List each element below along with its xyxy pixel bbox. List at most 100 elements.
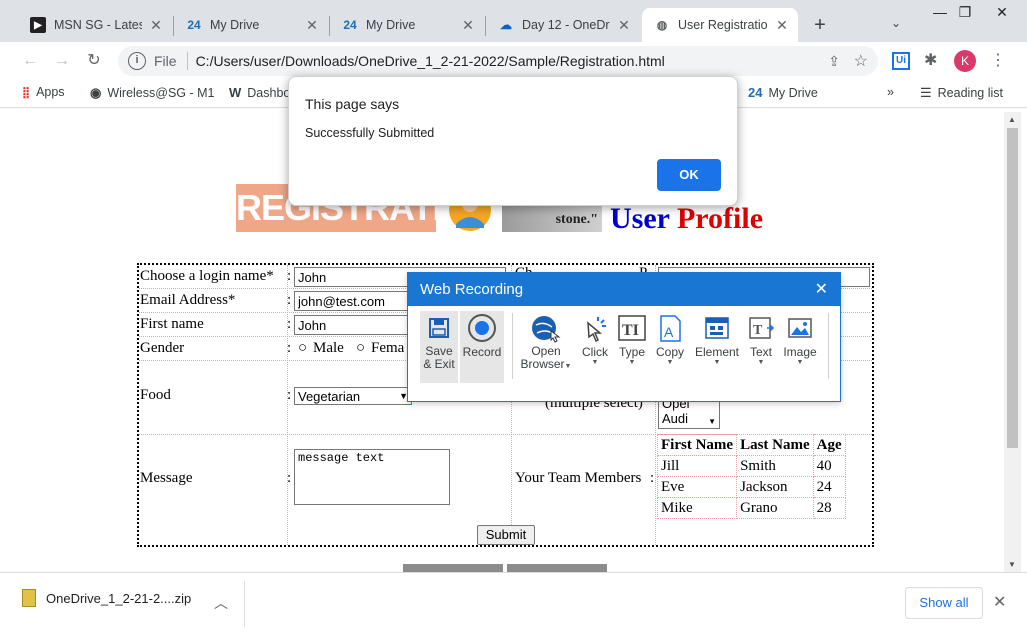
- food-selected-value: Vegetarian: [298, 388, 361, 404]
- url-text[interactable]: C:/Users/user/Downloads/OneDrive_1_2-21-…: [196, 53, 665, 69]
- share-icon[interactable]: ⇪: [828, 53, 840, 70]
- extensions-puzzle-icon[interactable]: ✱: [924, 50, 937, 70]
- address-bar[interactable]: i File C:/Users/user/Downloads/OneDrive_…: [118, 46, 878, 76]
- submit-button[interactable]: Submit: [477, 525, 535, 545]
- tab-strip: ▶ MSN SG - Latest ✕ 24 My Drive ✕ 24 My …: [0, 0, 1027, 42]
- caret-down-icon: ▼: [628, 359, 636, 366]
- scroll-down-arrow-icon[interactable]: ▼: [1008, 560, 1016, 569]
- click-button[interactable]: Click ▼: [576, 311, 614, 383]
- close-icon[interactable]: ✕: [815, 273, 828, 306]
- save-exit-button[interactable]: Save & Exit: [420, 311, 458, 383]
- gender-female-radio[interactable]: ○: [356, 340, 365, 357]
- open-browser-button[interactable]: Open Browser▼: [518, 311, 574, 383]
- bookmark-label: Dashbo: [247, 85, 291, 100]
- title-word-profile: Profile: [676, 202, 764, 235]
- caret-down-icon: ▼: [757, 359, 765, 366]
- element-button[interactable]: Element ▼: [692, 311, 742, 383]
- close-icon[interactable]: ✕: [774, 17, 790, 33]
- scroll-down-arrow-icon[interactable]: ▼: [708, 414, 716, 429]
- table-row: Jill Smith 40: [656, 455, 846, 477]
- bookmark-label: My Drive: [768, 85, 818, 100]
- close-icon[interactable]: ✕: [148, 17, 164, 33]
- bookmarks-overflow-icon[interactable]: »: [887, 85, 894, 99]
- close-icon[interactable]: ✕: [616, 17, 632, 33]
- bookmark-star-icon[interactable]: ☆: [854, 51, 868, 71]
- type-button[interactable]: TI Type ▼: [614, 311, 650, 383]
- table-cell: Smith: [736, 455, 814, 477]
- web-recording-header[interactable]: Web Recording ✕: [408, 273, 840, 306]
- download-item[interactable]: OneDrive_1_2-21-2....zip: [22, 589, 191, 607]
- drive-24-icon: 24: [748, 85, 763, 100]
- profile-avatar[interactable]: K: [954, 50, 976, 72]
- tab-user-registration[interactable]: ◍ User Registration ✕: [642, 8, 798, 42]
- thumbnail-image: [403, 564, 503, 572]
- table-cell: 24: [812, 476, 846, 498]
- globe-icon: ◉: [90, 85, 102, 100]
- message-textarea[interactable]: message text: [294, 449, 450, 505]
- text-button[interactable]: T Text ▼: [744, 311, 778, 383]
- bookmark-wireless-sg[interactable]: ◉ Wireless@SG - M1: [90, 85, 215, 101]
- tab-onedrive[interactable]: ☁ Day 12 - OneDriv ✕: [486, 8, 640, 42]
- info-icon[interactable]: i: [128, 52, 146, 70]
- image-icon: [780, 311, 820, 345]
- email-label: Email Address*: [140, 292, 236, 308]
- element-label: Element: [694, 345, 740, 359]
- tab-msn[interactable]: ▶ MSN SG - Latest ✕: [18, 8, 172, 42]
- text-label: Text: [749, 345, 772, 359]
- svg-text:T: T: [753, 323, 763, 338]
- ok-button[interactable]: OK: [657, 159, 721, 191]
- restore-icon[interactable]: ❐: [945, 0, 985, 28]
- back-arrow-icon[interactable]: ←: [17, 48, 43, 74]
- page-title: User Profile: [610, 202, 763, 236]
- caret-down-icon: ▼: [796, 359, 804, 366]
- chevron-up-icon[interactable]: ︿: [214, 593, 228, 613]
- table-cell: Eve: [656, 476, 738, 498]
- tab-search-icon[interactable]: ⌄: [886, 16, 906, 36]
- image-label: Image: [783, 345, 817, 359]
- bookmark-label: Wireless@SG - M1: [107, 86, 215, 100]
- element-icon: [692, 311, 742, 345]
- web-recording-title: Web Recording: [420, 281, 524, 298]
- window-close-icon[interactable]: ✕: [982, 0, 1022, 28]
- uipath-extension-icon[interactable]: Ui: [892, 52, 910, 70]
- close-icon[interactable]: ✕: [460, 17, 476, 33]
- close-icon[interactable]: ✕: [993, 592, 1006, 612]
- close-icon[interactable]: ✕: [304, 17, 320, 33]
- copy-button[interactable]: A Copy ▼: [652, 311, 688, 383]
- tab-title: User Registration: [678, 18, 768, 32]
- forward-arrow-icon[interactable]: →: [49, 48, 75, 74]
- gender-male-radio[interactable]: ○: [298, 340, 307, 357]
- team-members-label: Your Team Members: [515, 470, 642, 486]
- page-scrollbar[interactable]: ▲ ▼: [1004, 112, 1021, 572]
- bookmark-dashboard[interactable]: W Dashbo: [229, 85, 290, 100]
- tab-title: Day 12 - OneDriv: [522, 18, 610, 32]
- browser-menu-icon[interactable]: ⋮: [990, 50, 1006, 70]
- download-filename: OneDrive_1_2-21-2....zip: [46, 590, 192, 606]
- copy-label: Copy: [655, 345, 684, 359]
- image-button[interactable]: Image ▼: [780, 311, 820, 383]
- omnibox-divider: [186, 52, 188, 70]
- bookmark-apps[interactable]: ⣿ Apps: [22, 85, 65, 99]
- tab-my-drive-2[interactable]: 24 My Drive ✕: [330, 8, 484, 42]
- reload-icon[interactable]: ↻: [81, 48, 107, 74]
- shelf-divider: [244, 581, 245, 627]
- food-select[interactable]: Vegetarian ▼: [294, 387, 412, 405]
- new-tab-button[interactable]: +: [808, 14, 832, 38]
- tab-my-drive-1[interactable]: 24 My Drive ✕: [174, 8, 328, 42]
- reading-list[interactable]: ☰ Reading list: [920, 85, 1003, 101]
- table-cell: Grano: [736, 497, 814, 519]
- table-row: Mike Grano 28: [656, 497, 846, 519]
- alert-dialog: This page says Successfully Submitted OK: [288, 76, 738, 206]
- scroll-up-arrow-icon[interactable]: ▲: [1008, 115, 1016, 124]
- click-icon: [576, 311, 614, 345]
- show-all-button[interactable]: Show all: [905, 587, 983, 619]
- open-browser-label: Open Browser▼: [518, 345, 574, 373]
- record-button[interactable]: Record: [460, 311, 504, 383]
- scroll-thumb[interactable]: [1007, 128, 1018, 448]
- bookmark-my-drive[interactable]: 24 My Drive: [748, 85, 818, 100]
- table-cell: 28: [812, 497, 846, 519]
- colon: :: [287, 316, 292, 332]
- toolbar-divider: [512, 313, 513, 379]
- colon: :: [287, 292, 292, 308]
- download-shelf: OneDrive_1_2-21-2....zip ︿ Show all ✕: [0, 572, 1027, 638]
